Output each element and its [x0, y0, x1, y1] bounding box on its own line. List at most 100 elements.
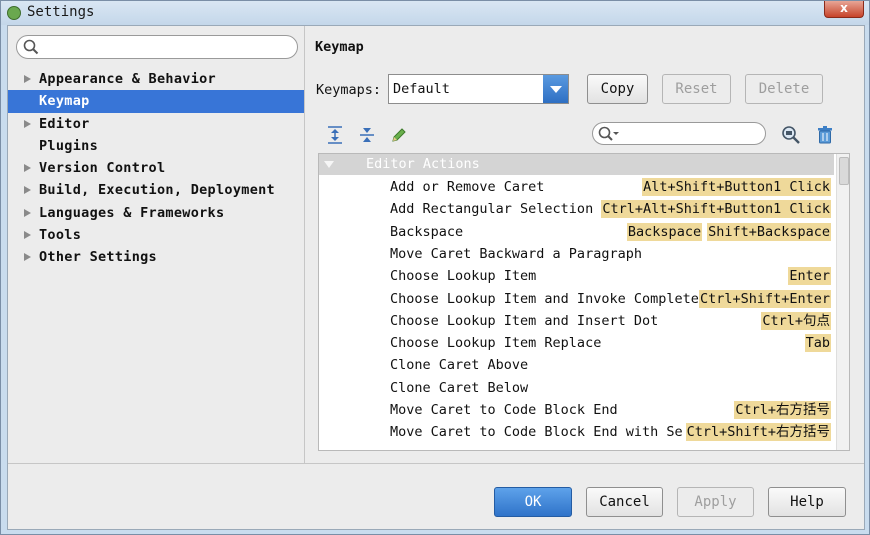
action-name: Move Caret to Code Block End with Se — [390, 424, 683, 441]
table-row[interactable]: Add or Remove Caret Alt+Shift+Button1 Cli… — [319, 176, 834, 198]
action-name: Choose Lookup Item and Insert Dot — [390, 312, 659, 329]
keymap-panel: Keymap Keymaps: Default Copy Reset Delet… — [306, 26, 864, 463]
shortcut-badge: Ctrl+Alt+Shift+Button1 Click — [601, 200, 831, 219]
chevron-down-icon[interactable] — [324, 161, 334, 168]
action-name: Clone Caret Above — [390, 357, 529, 374]
sidebar-item[interactable]: Other Settings — [8, 246, 304, 268]
shortcut-list: Ctrl+Alt+Shift+Button1 Click — [601, 200, 831, 219]
window-title: Settings — [27, 4, 95, 20]
table-row[interactable]: Backspace Backspace Shift+Backspace — [319, 221, 834, 243]
shortcut-badge: Ctrl+句点 — [761, 311, 831, 330]
table-scrollbar[interactable] — [836, 154, 849, 450]
collapse-all-icon[interactable] — [357, 125, 377, 145]
shortcut-list: Ctrl+Shift+Enter — [698, 289, 831, 308]
scrollbar-thumb[interactable] — [839, 157, 849, 185]
app-logo-icon — [7, 6, 21, 20]
cancel-button[interactable]: Cancel — [586, 487, 663, 517]
sidebar-item[interactable]: Appearance & Behavior — [8, 68, 304, 90]
sidebar-item-label: Build, Execution, Deployment — [39, 182, 275, 199]
shortcut-badge: Ctrl+Shift+Enter — [698, 289, 831, 308]
shortcut-badge: Enter — [788, 267, 831, 286]
chevron-right-icon[interactable] — [24, 208, 31, 217]
search-icon — [598, 126, 620, 142]
search-icon — [23, 39, 39, 55]
chevron-right-icon[interactable] — [24, 164, 31, 173]
delete-button[interactable]: Delete — [745, 74, 823, 104]
expand-all-icon[interactable] — [325, 125, 345, 145]
close-button[interactable]: x — [824, 1, 864, 18]
group-row-editor-actions[interactable]: Editor Actions — [319, 154, 834, 175]
action-filter-input[interactable] — [592, 122, 766, 145]
table-row[interactable]: Choose Lookup Item and Insert Dot Ctrl+句点 — [319, 310, 834, 332]
shortcut-list: Backspace Shift+Backspace — [626, 222, 831, 241]
shortcut-badge: Ctrl+右方括号 — [734, 401, 831, 419]
action-name: Add Rectangular Selection — [390, 201, 594, 218]
table-row[interactable]: Move Caret Backward a Paragraph — [319, 243, 834, 265]
dialog-body: Appearance & Behavior Keymap Editor Plugins… — [7, 25, 865, 530]
table-row[interactable]: Clone Caret Above — [319, 354, 834, 376]
table-row[interactable]: Move Caret to Code Block End with Se Ctrl… — [319, 421, 834, 443]
shortcut-list: Enter — [788, 267, 831, 286]
group-label: Editor Actions — [366, 156, 480, 172]
divider — [8, 463, 864, 464]
settings-tree: Appearance & Behavior Keymap Editor Plugins… — [8, 68, 304, 269]
keymap-select[interactable]: Default — [388, 74, 569, 104]
find-shortcut-icon[interactable] — [781, 125, 801, 145]
sidebar-item-label: Editor — [39, 115, 90, 132]
copy-button[interactable]: Copy — [587, 74, 648, 104]
action-name: Add or Remove Caret — [390, 179, 545, 195]
edit-pencil-icon[interactable] — [389, 125, 409, 145]
keymap-select-value: Default — [393, 81, 450, 97]
shortcut-badge: Ctrl+Shift+右方括号 — [685, 423, 831, 442]
chevron-right-icon[interactable] — [24, 231, 31, 240]
action-name: Move Caret to Code Block End — [390, 402, 618, 418]
settings-window: Settings x Appearance & Behavior Keymap Ed… — [0, 0, 870, 535]
reset-button[interactable]: Reset — [662, 74, 731, 104]
action-name: Clone Caret Below — [390, 379, 529, 396]
table-row[interactable]: Choose Lookup Item Replace Tab — [319, 332, 834, 354]
shortcut-badge: Tab — [804, 334, 831, 353]
shortcut-badge: Alt+Shift+Button1 Click — [642, 178, 831, 196]
shortcut-list: Tab — [804, 334, 831, 353]
apply-button[interactable]: Apply — [677, 487, 754, 517]
sidebar-item-label: Plugins — [39, 137, 98, 154]
title-bar[interactable]: Settings x — [1, 1, 869, 25]
sidebar-item-label: Version Control — [39, 160, 166, 177]
shortcut-list: Alt+Shift+Button1 Click — [642, 178, 831, 196]
keymap-actions-table[interactable]: Editor Actions Add or Remove Caret Alt+Sh… — [318, 153, 850, 451]
sidebar-item[interactable]: Build, Execution, Deployment — [8, 179, 304, 201]
action-name: Move Caret Backward a Paragraph — [390, 245, 642, 262]
action-name: Choose Lookup Item Replace — [390, 335, 602, 352]
settings-sidebar: Appearance & Behavior Keymap Editor Plugins… — [8, 26, 305, 463]
help-button[interactable]: Help — [768, 487, 846, 517]
table-row[interactable]: Choose Lookup Item and Invoke Complete Ct… — [319, 288, 834, 310]
table-row[interactable]: Add Rectangular Selection Ctrl+Alt+Shift+… — [319, 198, 834, 220]
action-name: Choose Lookup Item — [390, 268, 537, 285]
chevron-right-icon[interactable] — [24, 186, 31, 195]
sidebar-item-label: Tools — [39, 227, 82, 244]
sidebar-item[interactable]: Languages & Frameworks — [8, 202, 304, 224]
settings-search-input[interactable] — [16, 35, 298, 59]
chevron-down-icon[interactable] — [543, 75, 568, 103]
sidebar-item-label: Other Settings — [39, 249, 157, 266]
trash-icon[interactable] — [815, 125, 835, 145]
sidebar-item[interactable]: Version Control — [8, 157, 304, 179]
action-name: Choose Lookup Item and Invoke Complete — [390, 290, 699, 307]
table-row[interactable]: Choose Lookup Item Enter — [319, 265, 834, 287]
shortcut-badge: Backspace — [626, 222, 703, 241]
sidebar-item[interactable]: Tools — [8, 224, 304, 246]
action-name: Backspace — [390, 223, 464, 240]
table-row[interactable]: Clone Caret Below — [319, 377, 834, 399]
shortcut-badge: Shift+Backspace — [707, 222, 831, 241]
sidebar-item[interactable]: Editor — [8, 113, 304, 135]
table-row[interactable]: Move Caret to Code Block End Ctrl+右方括号 — [319, 399, 834, 421]
keymaps-label: Keymaps: — [316, 82, 382, 98]
chevron-right-icon[interactable] — [24, 75, 31, 83]
chevron-right-icon[interactable] — [24, 119, 31, 128]
sidebar-item[interactable]: Plugins — [8, 135, 304, 157]
sidebar-item-label: Languages & Frameworks — [39, 204, 225, 221]
shortcut-list: Ctrl+右方括号 — [734, 401, 831, 419]
ok-button[interactable]: OK — [494, 487, 572, 517]
chevron-right-icon[interactable] — [24, 253, 31, 262]
sidebar-item[interactable]: Keymap — [8, 90, 304, 113]
